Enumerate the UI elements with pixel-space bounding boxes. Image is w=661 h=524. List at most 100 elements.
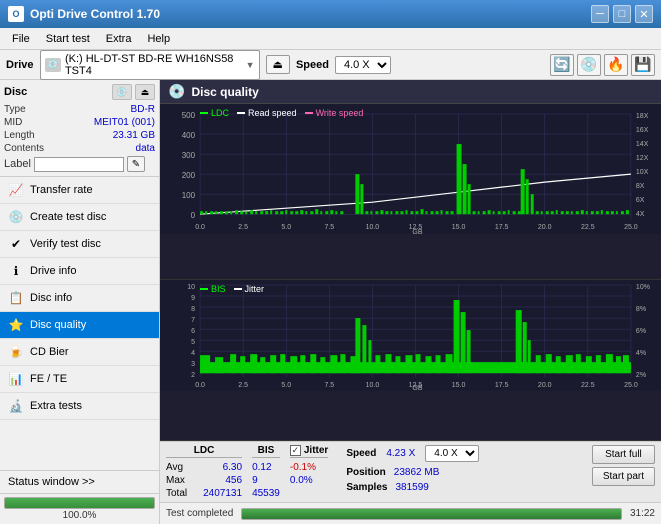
ldc-max-row: Max 456 — [166, 475, 242, 486]
drive-icon: 💿 — [45, 58, 61, 72]
status-text: Test completed — [166, 508, 233, 519]
svg-text:20.0: 20.0 — [538, 383, 552, 390]
nav-menu: 📈 Transfer rate 💿 Create test disc ✔ Ver… — [0, 177, 159, 470]
jitter-color — [234, 288, 242, 290]
main-layout: Disc 💿 ⏏ Type BD-R MID MEIT01 (001) Leng… — [0, 80, 661, 524]
menu-start-test[interactable]: Start test — [38, 31, 98, 47]
jitter-legend-item: Jitter — [234, 284, 265, 294]
title-bar-controls: ─ □ ✕ — [591, 5, 653, 23]
sidebar-item-cd-bier[interactable]: 🍺 CD Bier — [0, 339, 159, 366]
disc-quality-icon: ⭐ — [8, 317, 24, 333]
speed-selector[interactable]: 4.0 X 2.0 X 8.0 X — [335, 56, 391, 74]
read-speed-legend-item: Read speed — [237, 108, 297, 118]
start-full-button[interactable]: Start full — [592, 445, 655, 464]
action-buttons: Start full Start part — [592, 445, 655, 486]
status-window-button[interactable]: Status window >> — [0, 470, 159, 493]
bottom-status-bar: Test completed 31:22 — [160, 502, 661, 524]
svg-text:500: 500 — [182, 111, 196, 120]
speed-dropdown[interactable]: 4.0 X 2.0 X — [425, 445, 479, 462]
fe-te-label: FE / TE — [30, 373, 67, 385]
svg-text:6%: 6% — [636, 329, 646, 336]
bis-legend-label: BIS — [211, 284, 226, 294]
speed-position-stats: Speed 4.23 X 4.0 X 2.0 X Position 23862 … — [346, 445, 479, 493]
svg-text:10X: 10X — [636, 169, 649, 176]
save-button[interactable]: 💾 — [631, 54, 655, 76]
svg-text:9: 9 — [191, 296, 195, 303]
svg-text:6: 6 — [191, 329, 195, 336]
svg-text:16X: 16X — [636, 127, 649, 134]
ldc-color — [200, 112, 208, 114]
ldc-legend: LDC Read speed Write speed — [200, 108, 363, 118]
transfer-rate-icon: 📈 — [8, 182, 24, 198]
refresh-button[interactable]: 🔄 — [550, 54, 574, 76]
disc-section-title: Disc — [4, 86, 27, 98]
sidebar-progress-area: 100.0% — [0, 493, 159, 524]
drive-selector[interactable]: 💿 (K:) HL-DT-ST BD-RE WH16NS58 TST4 ▼ — [40, 50, 260, 80]
minimize-button[interactable]: ─ — [591, 5, 609, 23]
disc-eject-icon[interactable]: ⏏ — [135, 84, 155, 100]
disc-info-icon[interactable]: 💿 — [112, 84, 132, 100]
sidebar-item-drive-info[interactable]: ℹ Drive info — [0, 258, 159, 285]
svg-text:100: 100 — [182, 191, 196, 200]
svg-text:0.0: 0.0 — [195, 383, 205, 390]
ldc-total-row: Total 2407131 — [166, 488, 242, 499]
menu-bar: File Start test Extra Help — [0, 28, 661, 50]
samples-row: Samples 381599 — [346, 482, 479, 493]
ldc-chart-svg: 500 400 300 200 100 0 18X 16X 14X 12X 10… — [160, 104, 661, 234]
svg-text:300: 300 — [182, 151, 196, 160]
speed-label: Speed — [296, 59, 329, 71]
sidebar-item-extra-tests[interactable]: 🔬 Extra tests — [0, 393, 159, 420]
burn-button[interactable]: 🔥 — [604, 54, 628, 76]
disc-quality-label: Disc quality — [30, 319, 86, 331]
disc-button[interactable]: 💿 — [577, 54, 601, 76]
sidebar-item-fe-te[interactable]: 📊 FE / TE — [0, 366, 159, 393]
maximize-button[interactable]: □ — [613, 5, 631, 23]
bis-stats: BIS 0.12 9 45539 — [252, 445, 280, 499]
cd-bier-label: CD Bier — [30, 346, 69, 358]
status-progress-bar — [241, 508, 622, 520]
speed-header: Speed — [346, 448, 376, 459]
svg-text:6X: 6X — [636, 197, 645, 204]
read-speed-color — [237, 112, 245, 114]
menu-extra[interactable]: Extra — [98, 31, 140, 47]
sidebar-item-disc-quality[interactable]: ⭐ Disc quality — [0, 312, 159, 339]
bis-chart: BIS Jitter — [160, 280, 661, 441]
svg-text:25.0: 25.0 — [624, 383, 638, 390]
sidebar-item-create-test-disc[interactable]: 💿 Create test disc — [0, 204, 159, 231]
svg-text:GB: GB — [412, 229, 422, 234]
sidebar-item-verify-test-disc[interactable]: ✔ Verify test disc — [0, 231, 159, 258]
write-speed-legend-item: Write speed — [305, 108, 364, 118]
menu-help[interactable]: Help — [139, 31, 178, 47]
sidebar-item-transfer-rate[interactable]: 📈 Transfer rate — [0, 177, 159, 204]
ldc-max-val: 456 — [225, 475, 242, 486]
label-input[interactable] — [34, 157, 124, 172]
eject-button[interactable]: ⏏ — [266, 55, 290, 74]
svg-text:8%: 8% — [636, 307, 646, 314]
svg-text:4%: 4% — [636, 351, 646, 358]
app-title: Opti Drive Control 1.70 — [30, 7, 160, 21]
label-edit-button[interactable]: ✎ — [127, 156, 145, 172]
sidebar: Disc 💿 ⏏ Type BD-R MID MEIT01 (001) Leng… — [0, 80, 160, 524]
svg-text:0.0: 0.0 — [195, 224, 205, 231]
svg-text:10: 10 — [187, 284, 195, 291]
disc-info-label: Disc info — [30, 292, 72, 304]
label-key: Label — [4, 158, 31, 170]
svg-text:GB: GB — [412, 386, 422, 391]
chart-disc-icon: 💿 — [168, 83, 185, 100]
max-label-ldc: Max — [166, 475, 185, 486]
sidebar-item-disc-info[interactable]: 📋 Disc info — [0, 285, 159, 312]
bis-header: BIS — [252, 445, 280, 458]
start-part-button[interactable]: Start part — [592, 467, 655, 486]
mid-label: MID — [4, 117, 22, 128]
svg-text:10.0: 10.0 — [366, 383, 380, 390]
bis-avg-val: 0.12 — [252, 462, 271, 473]
charts-area: LDC Read speed Write speed — [160, 104, 661, 441]
jitter-checkbox[interactable]: ✓ — [290, 445, 301, 456]
type-value: BD-R — [131, 104, 155, 115]
disc-mid-row: MID MEIT01 (001) — [4, 117, 155, 128]
menu-file[interactable]: File — [4, 31, 38, 47]
svg-text:5: 5 — [191, 340, 195, 347]
write-speed-legend-label: Write speed — [316, 108, 364, 118]
close-button[interactable]: ✕ — [635, 5, 653, 23]
svg-text:15.0: 15.0 — [452, 383, 466, 390]
